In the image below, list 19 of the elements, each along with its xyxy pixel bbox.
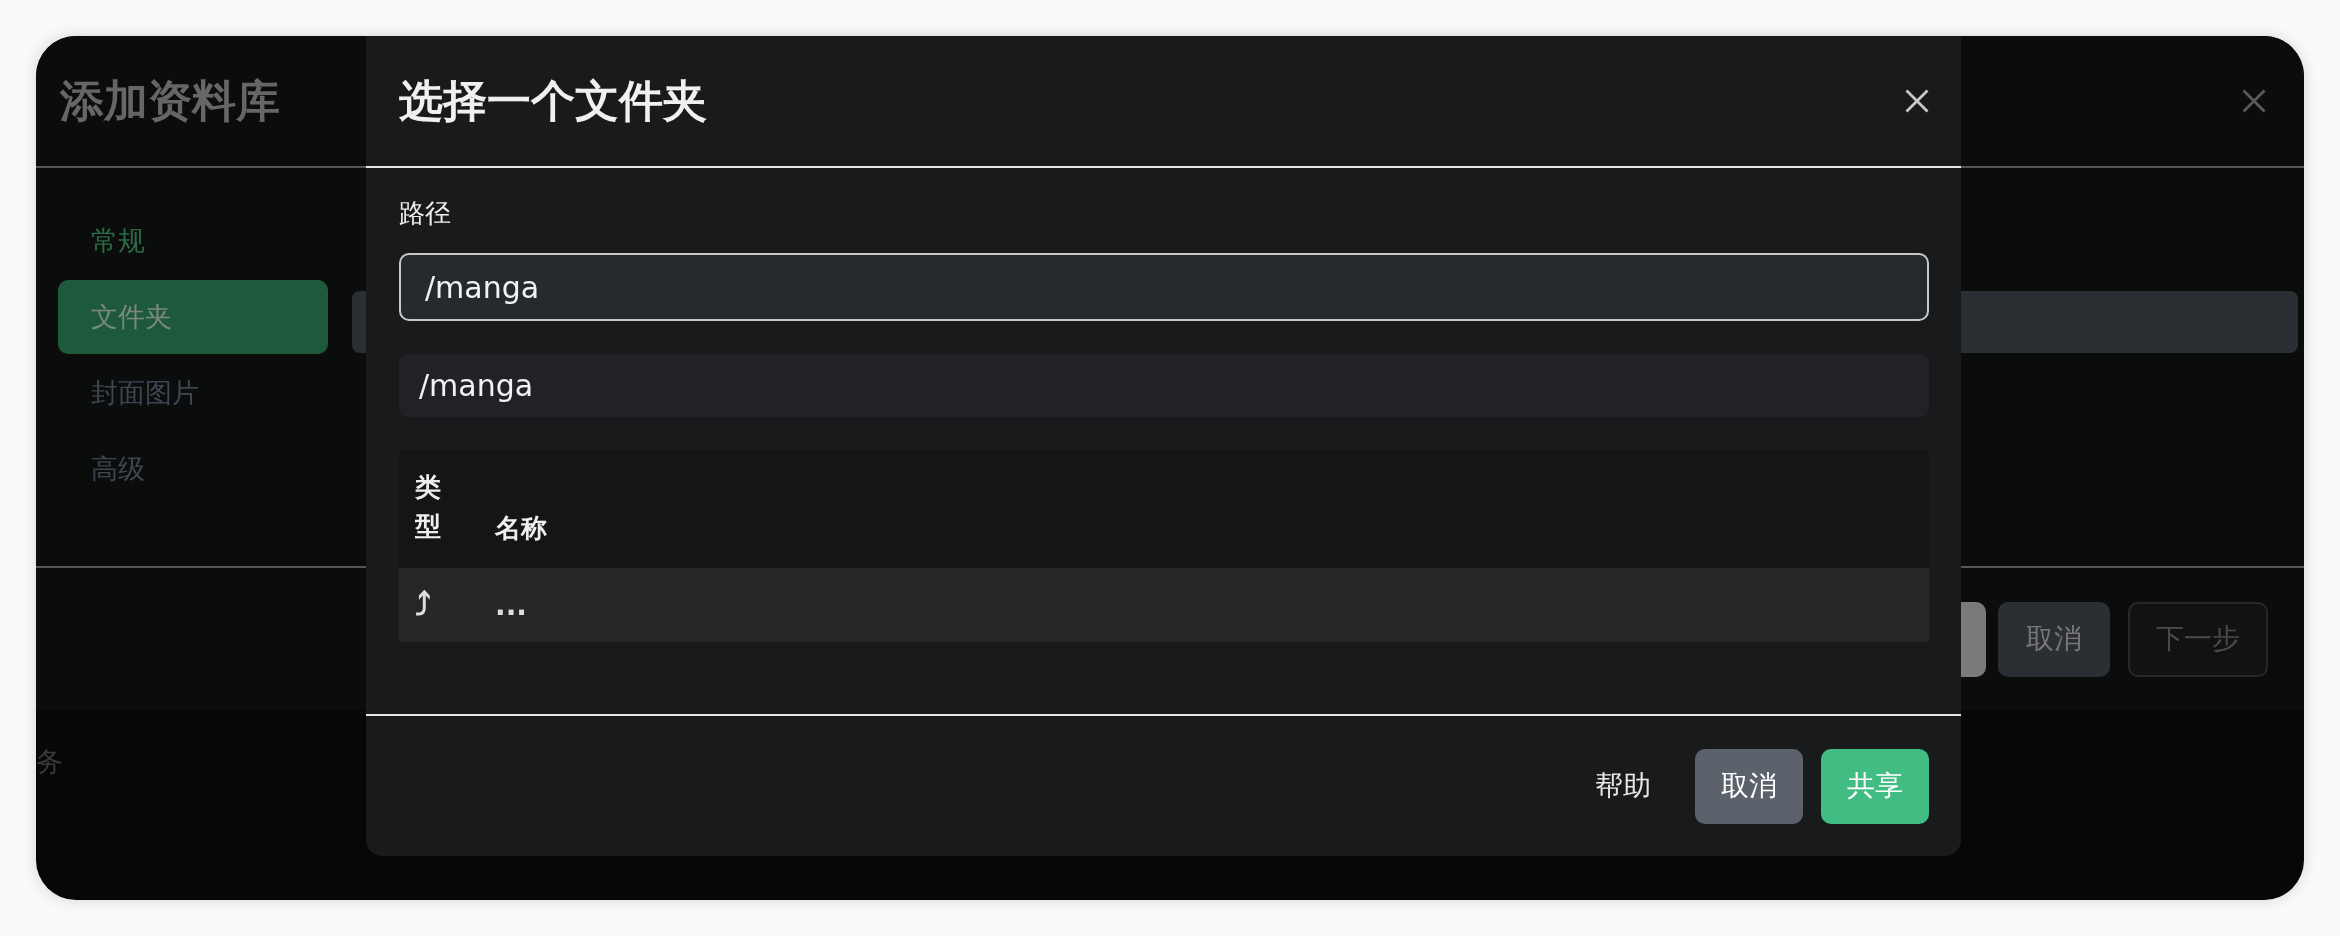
sidebar-tab[interactable]: 高级 <box>58 432 328 506</box>
column-header: 名称 <box>495 512 547 545</box>
dialog-button[interactable]: 取消 <box>1998 601 2110 677</box>
sidebar-tab[interactable]: 文件夹 <box>58 280 328 354</box>
table-cell: ... <box>495 588 527 622</box>
sidebar-tab[interactable]: 封面图片 <box>58 356 328 430</box>
dialog-title: 添加资料库 <box>60 73 280 128</box>
dialog-button[interactable]: 共享 <box>1821 748 1929 824</box>
dialog-button[interactable]: 取消 <box>1695 748 1803 824</box>
current-path: /manga <box>399 354 1929 417</box>
table-row[interactable]: ⤴ ... <box>399 568 1929 642</box>
field-label: 路径 <box>399 197 451 230</box>
table-cell-text: ⤴ <box>415 586 432 624</box>
sidebar-tab[interactable]: 常规 <box>58 204 328 278</box>
dialog-button[interactable]: 帮助 <box>1569 748 1677 824</box>
dialog-title: 选择一个文件夹 <box>399 73 707 128</box>
path-input[interactable]: /manga <box>399 253 1929 321</box>
close-icon[interactable] <box>1903 87 1931 115</box>
column-header: 类型 <box>415 471 441 543</box>
